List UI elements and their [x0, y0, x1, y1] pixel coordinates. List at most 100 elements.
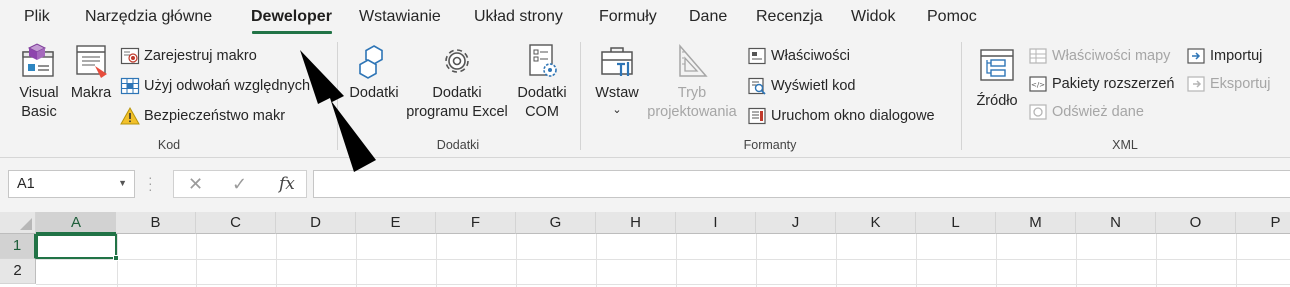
source-label: Źródło	[976, 93, 1018, 109]
column-header[interactable]: M	[996, 212, 1076, 234]
insert-controls-label: Wstaw	[595, 85, 639, 101]
grid-line	[516, 234, 517, 287]
column-header[interactable]: P	[1236, 212, 1290, 234]
visual-basic-icon	[22, 43, 54, 77]
macro-security-button[interactable]: Bezpieczeństwo makr	[120, 104, 285, 128]
relative-references-label: Użyj odwołań względnych	[144, 78, 311, 94]
com-add-ins-button[interactable]: Dodatki COM	[512, 42, 572, 122]
grid-line	[36, 284, 1290, 285]
expansion-packs-button[interactable]: </> Pakiety rozszerzeń	[1028, 72, 1175, 96]
visual-basic-button[interactable]: Visual Basic	[14, 42, 64, 122]
formula-bar: A1 ▼ · · · ✕ ✓ fx	[0, 158, 1290, 212]
tab-narzedzia-glowne[interactable]: Narzędzia główne	[85, 8, 212, 26]
column-header[interactable]: I	[676, 212, 756, 234]
tab-widok[interactable]: Widok	[851, 8, 895, 26]
run-dialog-button[interactable]: Uruchom okno dialogowe	[747, 104, 935, 128]
excel-add-ins-label-2: programu Excel	[406, 104, 508, 120]
import-label: Importuj	[1210, 48, 1263, 64]
chevron-down-icon[interactable]: ▼	[118, 178, 127, 188]
group-label-kod: Kod	[157, 138, 181, 152]
import-button[interactable]: Importuj	[1186, 44, 1262, 68]
column-header[interactable]: H	[596, 212, 676, 234]
import-icon	[1187, 48, 1205, 64]
column-header[interactable]: E	[356, 212, 436, 234]
relative-references-button[interactable]: Użyj odwołań względnych	[120, 74, 310, 98]
column-header[interactable]: O	[1156, 212, 1236, 234]
column-header[interactable]: F	[436, 212, 516, 234]
makra-button[interactable]: Makra	[66, 42, 116, 103]
properties-button[interactable]: Właściwości	[747, 44, 850, 68]
export-button[interactable]: Eksportuj	[1186, 72, 1270, 96]
tab-dane[interactable]: Dane	[689, 8, 727, 26]
chevron-down-icon: ⌄	[612, 104, 622, 116]
visual-basic-label-2: Basic	[21, 104, 57, 120]
tab-recenzja[interactable]: Recenzja	[756, 8, 823, 26]
export-icon	[1187, 76, 1205, 92]
design-mode-button[interactable]: Tryb projektowania	[644, 42, 740, 122]
column-header[interactable]: J	[756, 212, 836, 234]
column-header[interactable]: D	[276, 212, 356, 234]
com-add-ins-label-1: Dodatki	[517, 85, 567, 101]
refresh-data-icon	[1029, 104, 1047, 120]
tab-pomoc[interactable]: Pomoc	[927, 8, 977, 26]
grid-line	[756, 234, 757, 287]
tab-deweloper[interactable]: Deweloper	[251, 8, 332, 26]
xml-source-icon	[980, 49, 1014, 81]
row-header[interactable]: 2	[0, 259, 36, 284]
map-properties-label: Właściwości mapy	[1052, 48, 1171, 64]
record-macro-label: Zarejestruj makro	[144, 48, 257, 64]
record-macro-button[interactable]: Zarejestruj makro	[120, 44, 257, 68]
makra-label: Makra	[70, 85, 112, 101]
column-header[interactable]: L	[916, 212, 996, 234]
grid-line	[596, 234, 597, 287]
com-add-ins-icon	[529, 44, 557, 77]
gear-icon	[445, 49, 469, 73]
fill-handle[interactable]	[113, 255, 119, 261]
more-handle-icon[interactable]: · · ·	[148, 170, 153, 196]
insert-controls-button[interactable]: Wstaw ⌄	[590, 42, 644, 120]
row-header[interactable]: 1	[0, 234, 36, 259]
column-header[interactable]: N	[1076, 212, 1156, 234]
name-box[interactable]: A1 ▼	[8, 170, 135, 198]
active-cell[interactable]	[36, 234, 117, 259]
excel-add-ins-label-1: Dodatki	[432, 85, 482, 101]
grid-line	[196, 234, 197, 287]
toolbox-icon	[601, 47, 633, 76]
view-code-label: Wyświetl kod	[771, 78, 856, 94]
tab-wstawianie[interactable]: Wstawianie	[359, 8, 441, 26]
formula-input[interactable]	[313, 170, 1290, 198]
design-mode-label-1: Tryb	[677, 85, 707, 101]
tab-uklad-strony[interactable]: Układ strony	[474, 8, 563, 26]
column-header[interactable]: C	[196, 212, 276, 234]
visual-basic-label-1: Visual	[19, 85, 59, 101]
excel-add-ins-button[interactable]: Dodatki programu Excel	[404, 42, 510, 122]
cancel-icon[interactable]: ✕	[188, 174, 203, 195]
design-mode-label-2: projektowania	[647, 104, 737, 120]
run-dialog-label: Uruchom okno dialogowe	[771, 108, 935, 124]
column-header[interactable]: K	[836, 212, 916, 234]
enter-icon[interactable]: ✓	[232, 174, 247, 195]
properties-label: Właściwości	[771, 48, 850, 64]
map-properties-button[interactable]: Właściwości mapy	[1028, 44, 1170, 68]
macro-security-label: Bezpieczeństwo makr	[144, 108, 286, 124]
dodatki-button[interactable]: Dodatki	[344, 42, 404, 103]
select-all-button[interactable]	[0, 212, 36, 234]
ribbon-tabs: Plik Narzędzia główne Deweloper Wstawian…	[0, 0, 1290, 36]
grid-line	[676, 234, 677, 287]
export-label: Eksportuj	[1210, 76, 1271, 92]
column-header[interactable]: B	[116, 212, 196, 234]
insert-function-icon[interactable]: fx	[279, 174, 295, 194]
refresh-data-button[interactable]: Odśwież dane	[1028, 100, 1144, 124]
active-tab-indicator	[252, 31, 332, 34]
source-button[interactable]: Źródło	[970, 42, 1024, 111]
warning-icon	[120, 106, 140, 125]
view-code-button[interactable]: Wyświetl kod	[747, 74, 855, 98]
column-header[interactable]: G	[516, 212, 596, 234]
tab-formuly[interactable]: Formuły	[599, 8, 657, 26]
tab-plik[interactable]: Plik	[24, 8, 50, 26]
grid-line	[916, 234, 917, 287]
column-header[interactable]: A	[36, 212, 117, 234]
ribbon: Visual Basic Makra Zarejestruj makro Uży…	[0, 36, 1290, 158]
name-box-value: A1	[17, 176, 35, 192]
grid-line	[836, 234, 837, 287]
